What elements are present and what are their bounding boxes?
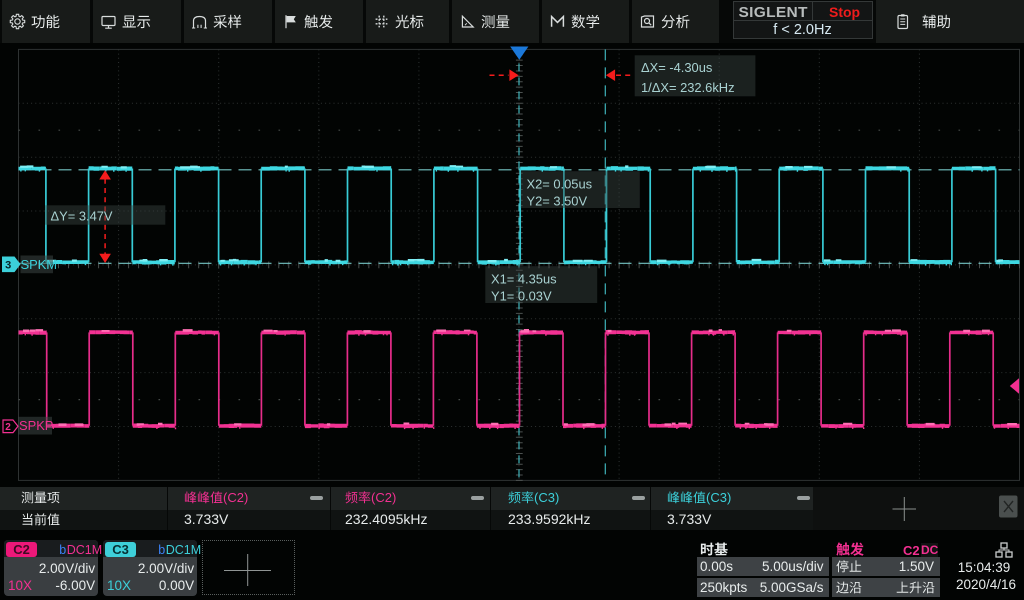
svg-text:ΔY= 3.47V: ΔY= 3.47V	[51, 209, 113, 224]
svg-text:ΔX= -4.30us: ΔX= -4.30us	[641, 60, 712, 75]
svg-text:SPKM: SPKM	[21, 257, 58, 272]
svg-text:1/ΔX= 232.6kHz: 1/ΔX= 232.6kHz	[641, 80, 735, 95]
svg-text:Y2= 3.50V: Y2= 3.50V	[527, 194, 588, 209]
svg-text:2: 2	[5, 422, 11, 433]
svg-text:Y1= 0.03V: Y1= 0.03V	[491, 289, 552, 304]
svg-text:SPKP: SPKP	[19, 418, 53, 433]
svg-text:3: 3	[5, 259, 11, 271]
svg-text:X1= 4.35us: X1= 4.35us	[491, 272, 557, 287]
svg-text:X2= 0.05us: X2= 0.05us	[527, 177, 593, 192]
